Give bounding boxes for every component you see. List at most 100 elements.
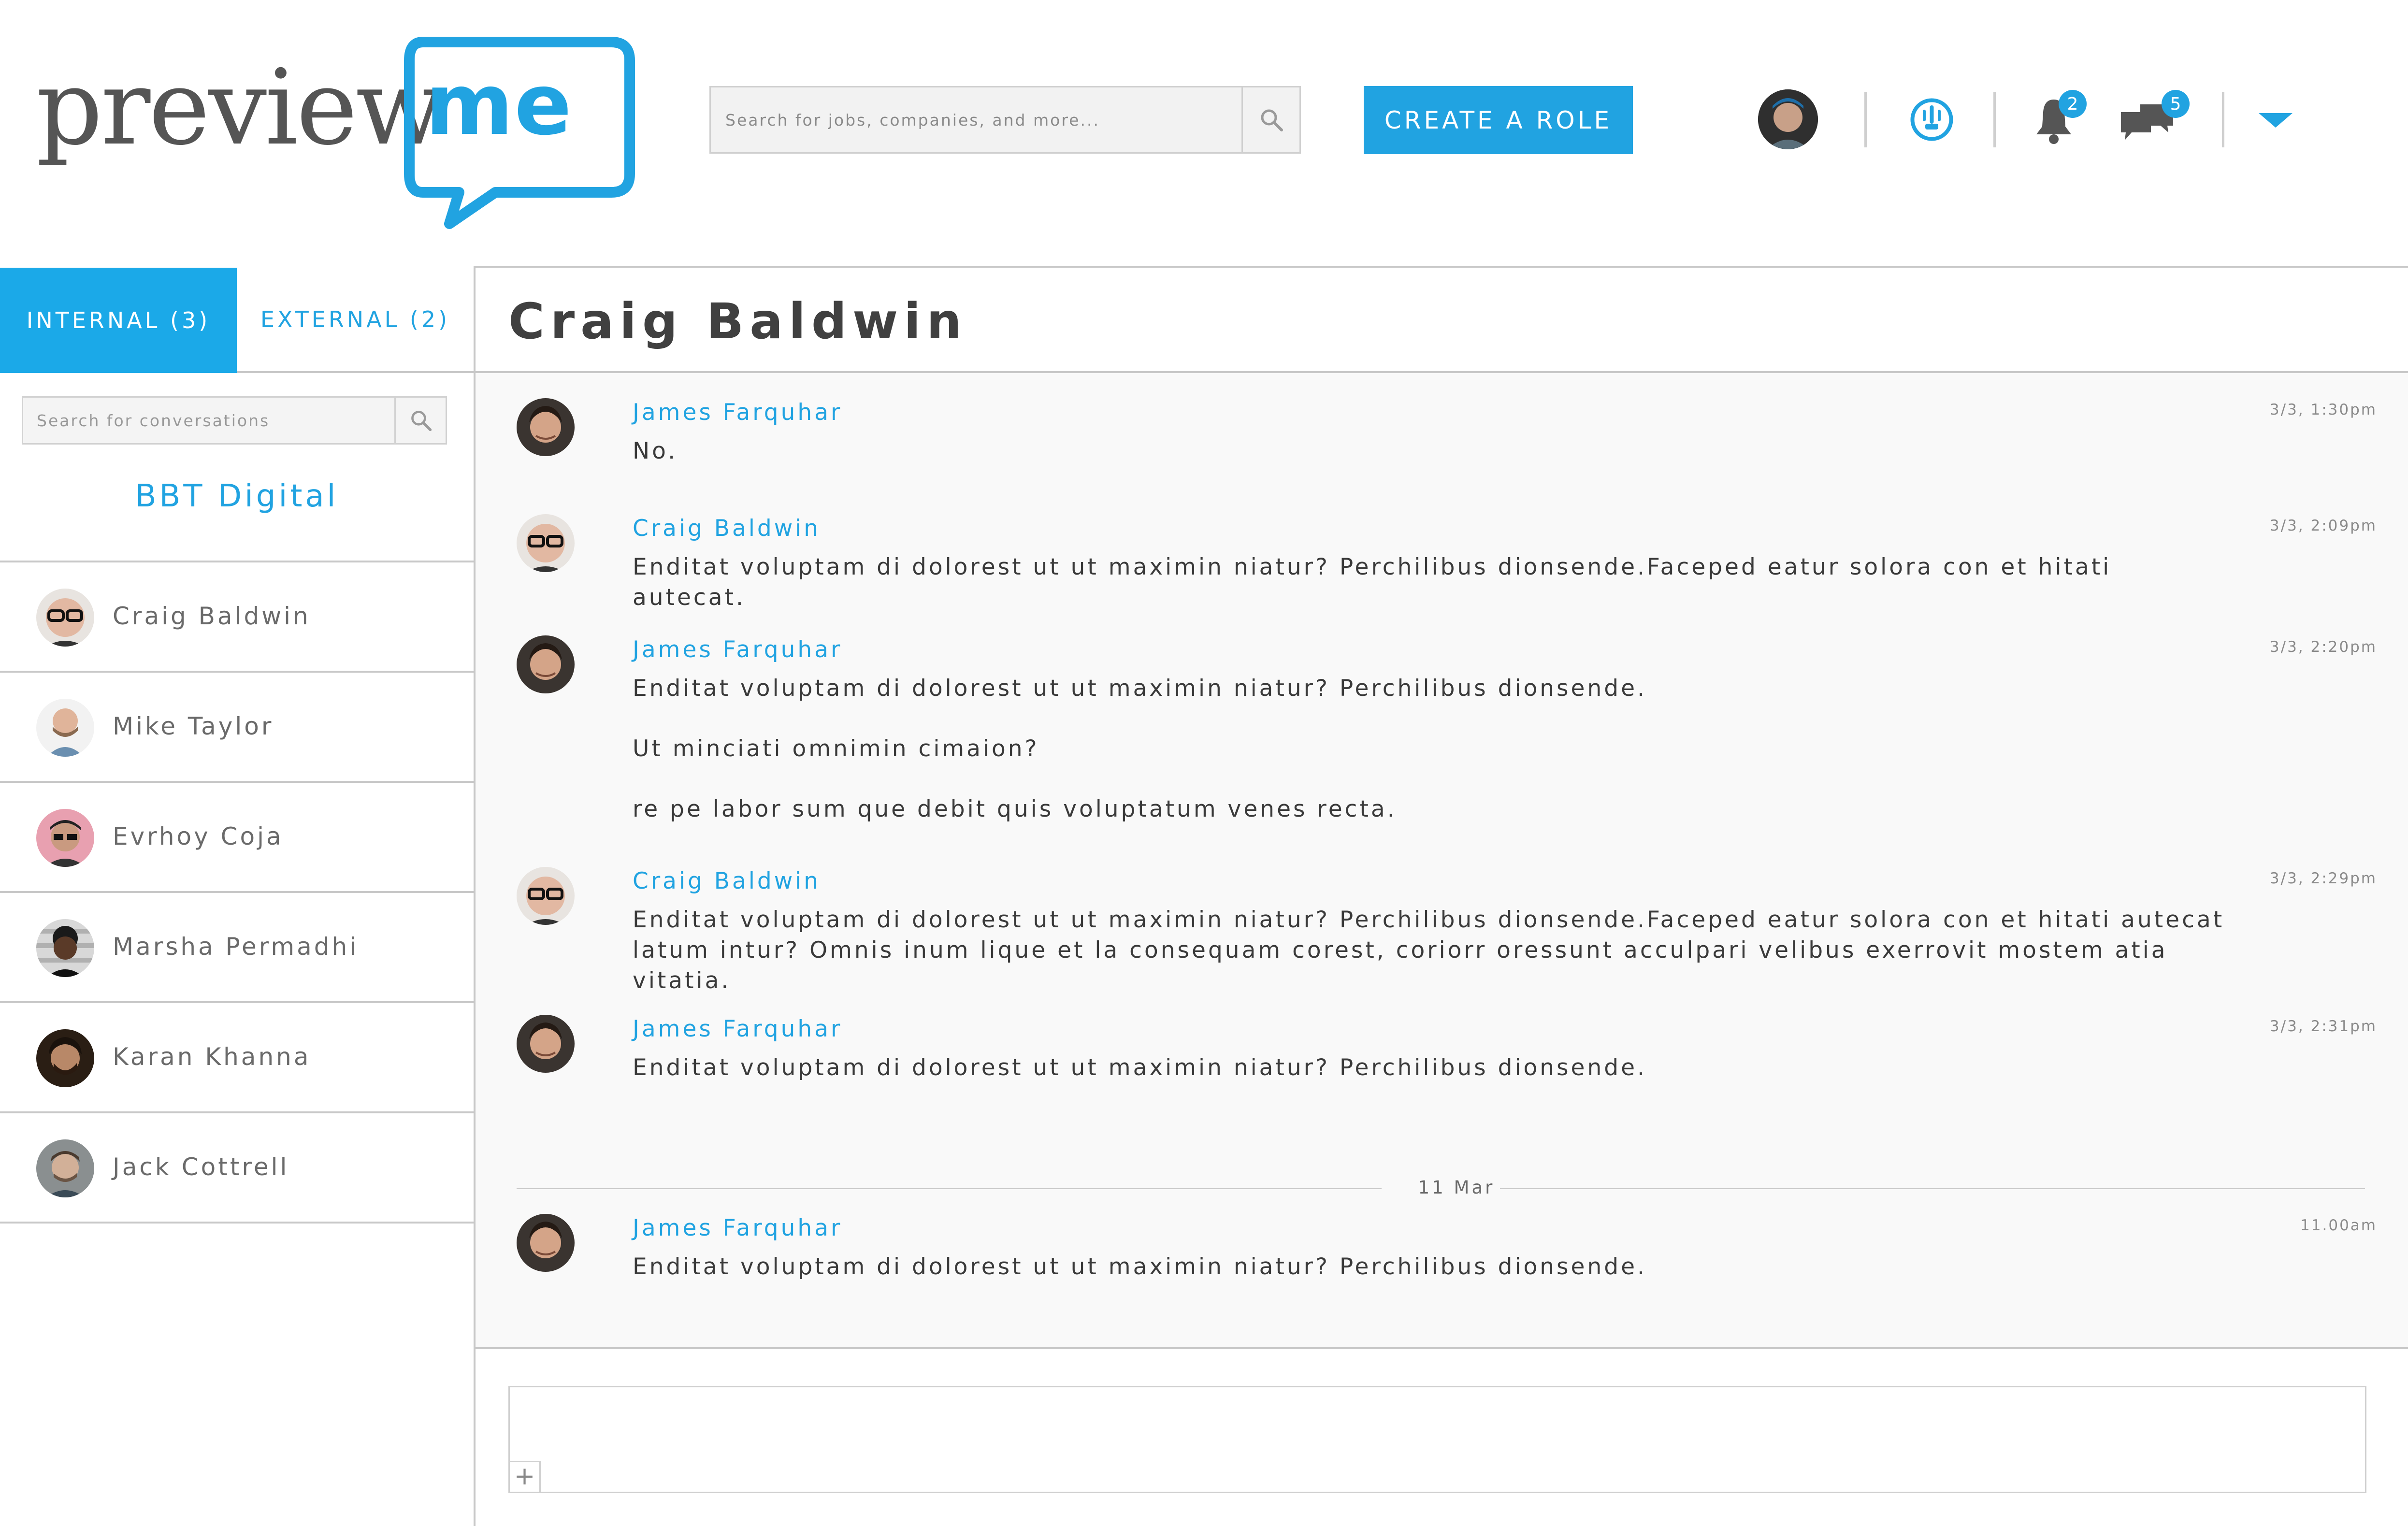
contact-name: Karan Khanna	[113, 1043, 311, 1071]
message-body: Enditat voluptam di dolorest ut ut maxim…	[633, 1252, 2227, 1282]
plus-icon[interactable]: +	[510, 1461, 541, 1492]
message-thread: James Farquhar 3/3, 1:30pm No. Craig Bal…	[476, 373, 2408, 1349]
contact-item-marsha-permadhi[interactable]: Marsha Permadhi	[0, 891, 474, 1001]
avatar-image	[517, 635, 575, 693]
tab-internal[interactable]: INTERNAL (3)	[0, 268, 237, 373]
header-divider	[2222, 92, 2224, 147]
message-time: 3/3, 2:29pm	[2269, 870, 2377, 887]
message-item: James Farquhar 3/3, 2:20pm Enditat volup…	[517, 635, 2377, 829]
notifications-button[interactable]: 2	[2034, 87, 2102, 145]
message-avatar	[517, 867, 575, 925]
notifications-badge: 2	[2059, 90, 2087, 118]
message-sender[interactable]: James Farquhar	[633, 1016, 842, 1042]
logo[interactable]: preview me	[36, 36, 635, 230]
message-sender[interactable]: Craig Baldwin	[633, 868, 821, 894]
search-icon	[1261, 109, 1283, 131]
conversation-search-button[interactable]	[394, 398, 446, 443]
message-input[interactable]	[510, 1387, 2365, 1492]
contact-avatar	[36, 1139, 94, 1197]
message-text: Enditat voluptam di dolorest ut ut maxim…	[633, 907, 2225, 994]
message-item: James Farquhar 11.00am Enditat voluptam …	[517, 1214, 2377, 1281]
account-menu-dropdown[interactable]	[2257, 110, 2294, 130]
avatar-image	[517, 867, 575, 925]
message-time: 11.00am	[2300, 1217, 2377, 1234]
conversation-search-input[interactable]	[23, 398, 400, 443]
message-time: 3/3, 1:30pm	[2269, 401, 2377, 418]
message-item: James Farquhar 3/3, 2:31pm Enditat volup…	[517, 1015, 2377, 1082]
contact-item-karan-khanna[interactable]: Karan Khanna	[0, 1001, 474, 1111]
contact-avatar	[36, 699, 94, 757]
message-composer: +	[508, 1386, 2366, 1493]
avatar-image	[517, 1214, 575, 1272]
message-body: Enditat voluptam di dolorest ut ut maxim…	[633, 552, 2227, 613]
message-sender[interactable]: James Farquhar	[633, 1215, 842, 1241]
dashboard-button[interactable]	[1909, 97, 1955, 143]
conversations-sidebar: INTERNAL (3) EXTERNAL (2) BBT Digital Cr…	[0, 266, 476, 1526]
contact-name: Evrhoy Coja	[113, 822, 284, 850]
global-search-button[interactable]	[1241, 87, 1299, 152]
dashboard-icon	[1910, 98, 1953, 141]
header-divider	[1864, 92, 1867, 147]
date-separator-label: 11 Mar	[1418, 1177, 1495, 1198]
avatar-image	[517, 398, 575, 456]
chevron-down-icon	[2259, 113, 2293, 128]
separator-line	[517, 1188, 1382, 1189]
contact-name: Mike Taylor	[113, 712, 274, 740]
contact-name: Jack Cottrell	[113, 1153, 289, 1181]
message-sender[interactable]: Craig Baldwin	[633, 515, 821, 542]
search-icon	[411, 411, 432, 432]
message-body: Enditat voluptam di dolorest ut ut maxim…	[633, 673, 2227, 824]
message-avatar	[517, 1214, 575, 1272]
date-separator: 11 Mar	[517, 1174, 2365, 1203]
global-search	[709, 86, 1301, 154]
message-body: Enditat voluptam di dolorest ut ut maxim…	[633, 1052, 2227, 1083]
contact-name: Craig Baldwin	[113, 602, 311, 630]
logo-text-preview: preview	[36, 47, 445, 168]
message-item: Craig Baldwin 3/3, 2:09pm Enditat volupt…	[517, 514, 2377, 611]
avatar-image	[36, 809, 94, 867]
message-time: 3/3, 2:31pm	[2269, 1018, 2377, 1035]
chat-header: Craig Baldwin	[476, 268, 2408, 373]
contact-item-jack-cottrell[interactable]: Jack Cottrell	[0, 1111, 474, 1224]
create-role-button[interactable]: CREATE A ROLE	[1364, 86, 1633, 154]
avatar-image	[517, 514, 575, 572]
message-avatar	[517, 514, 575, 572]
message-time: 3/3, 2:09pm	[2269, 517, 2377, 534]
header-divider	[1993, 92, 1996, 147]
message-item: James Farquhar 3/3, 1:30pm No.	[517, 398, 2377, 464]
company-name: BBT Digital	[135, 478, 339, 514]
global-search-input[interactable]	[711, 87, 1242, 152]
avatar-image	[36, 1029, 94, 1087]
message-body: No.	[633, 436, 2227, 466]
tab-external[interactable]: EXTERNAL (2)	[237, 268, 474, 373]
user-avatar-image	[1758, 89, 1818, 149]
contact-item-craig-baldwin[interactable]: Craig Baldwin	[0, 561, 474, 671]
user-avatar[interactable]	[1758, 89, 1818, 149]
contact-item-mike-taylor[interactable]: Mike Taylor	[0, 671, 474, 781]
message-sender[interactable]: James Farquhar	[633, 636, 842, 663]
contact-item-evrhoy-coja[interactable]: Evrhoy Coja	[0, 781, 474, 891]
top-header: preview me CREATE A ROLE	[0, 0, 2408, 266]
message-avatar	[517, 398, 575, 456]
chat-title: Craig Baldwin	[508, 293, 967, 350]
message-avatar	[517, 1015, 575, 1073]
contact-name: Marsha Permadhi	[113, 933, 359, 961]
message-time: 3/3, 2:20pm	[2269, 638, 2377, 656]
message-text: Enditat voluptam di dolorest ut ut maxim…	[633, 1253, 1647, 1280]
message-sender[interactable]: James Farquhar	[633, 399, 842, 426]
avatar-image	[36, 589, 94, 647]
logo-text-me: me	[425, 56, 573, 154]
message-text: Ut minciati omnimin cimaion?	[633, 735, 1039, 762]
avatar-image	[517, 1015, 575, 1073]
contact-avatar	[36, 809, 94, 867]
contact-avatar	[36, 1029, 94, 1087]
messages-button[interactable]: 5	[2119, 87, 2196, 145]
contact-avatar	[36, 919, 94, 977]
separator-line	[1500, 1188, 2365, 1189]
message-text: No.	[633, 438, 678, 464]
message-item: Craig Baldwin 3/3, 2:29pm Enditat volupt…	[517, 867, 2377, 994]
message-text: re pe labor sum que debit quis voluptatu…	[633, 796, 1397, 822]
messages-badge: 5	[2162, 90, 2190, 118]
message-body: Enditat voluptam di dolorest ut ut maxim…	[633, 905, 2242, 996]
contact-avatar	[36, 589, 94, 647]
